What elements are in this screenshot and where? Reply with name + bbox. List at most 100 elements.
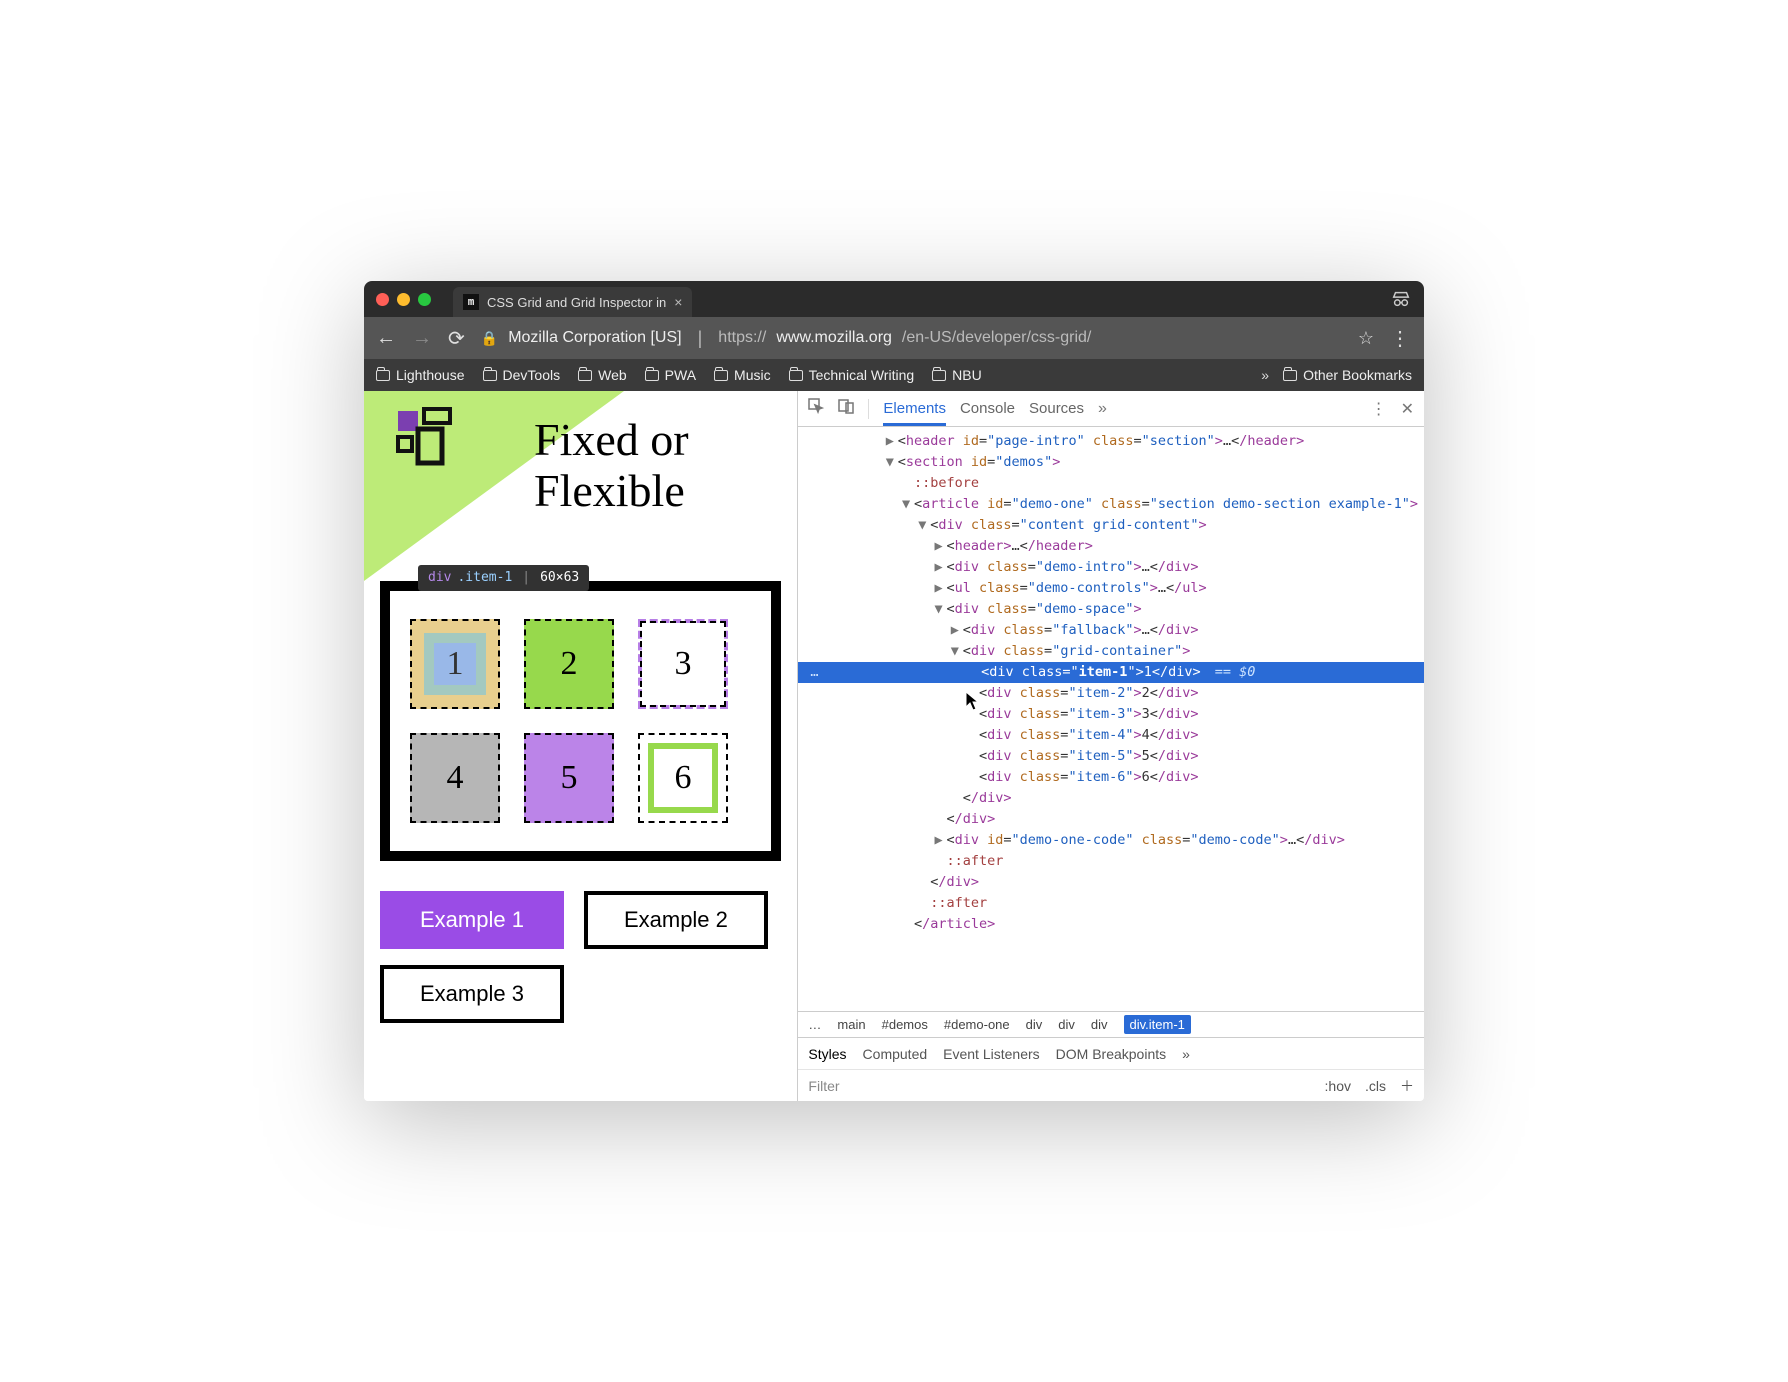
dom-node-row[interactable]: ▶<div class="fallback">…</div> [798, 620, 1424, 641]
dom-node-row[interactable]: ▼<div class="content grid-content"> [798, 515, 1424, 536]
back-button[interactable]: ← [376, 327, 396, 350]
breadcrumb-item[interactable]: #demos [882, 1018, 928, 1031]
other-bookmarks[interactable]: Other Bookmarks [1283, 367, 1412, 383]
tab-computed[interactable]: Computed [863, 1047, 928, 1061]
hov-toggle[interactable]: :hov [1325, 1079, 1351, 1093]
dom-node-row[interactable]: ▶<div class="demo-intro">…</div> [798, 557, 1424, 578]
folder-icon [1283, 370, 1297, 381]
cls-toggle[interactable]: .cls [1365, 1079, 1386, 1093]
dom-node-row[interactable]: <div class="item-4">4</div> [798, 725, 1424, 746]
tab-console[interactable]: Console [960, 400, 1015, 417]
favicon-icon: m [463, 294, 479, 310]
other-bookmarks-label: Other Bookmarks [1303, 367, 1412, 383]
reload-button[interactable]: ⟳ [448, 326, 465, 351]
breadcrumb-item[interactable]: div [1026, 1018, 1043, 1031]
overflow-chevron-icon[interactable]: » [1261, 367, 1269, 383]
example-buttons: Example 1 Example 2 Example 3 [380, 891, 781, 1023]
bookmarks-bar: Lighthouse DevTools Web PWA Music Technical W… [364, 359, 1424, 391]
grid-item-5[interactable]: 5 [524, 733, 614, 823]
dom-node-row[interactable]: </article> [798, 914, 1424, 935]
window-controls [376, 293, 431, 306]
dom-node-row[interactable]: ::after [798, 893, 1424, 914]
grid-item-2[interactable]: 2 [524, 619, 614, 709]
bookmark-item[interactable]: PWA [645, 367, 696, 383]
breadcrumb-item[interactable]: main [837, 1018, 865, 1031]
styles-filter-input[interactable]: Filter [808, 1079, 1310, 1093]
dom-node-row[interactable]: ::after [798, 851, 1424, 872]
breadcrumb-item[interactable]: div [1058, 1018, 1075, 1031]
example-2-button[interactable]: Example 2 [584, 891, 768, 949]
url-path: /en-US/developer/css-grid/ [902, 329, 1091, 347]
example-3-button[interactable]: Example 3 [380, 965, 564, 1023]
bookmark-item[interactable]: Music [714, 367, 771, 383]
grid-item-3[interactable]: 3 [638, 619, 728, 709]
maximize-window-button[interactable] [418, 293, 431, 306]
devtools-panel: Elements Console Sources » ⋮ ✕ ▶<header … [797, 391, 1424, 1101]
dom-node-row[interactable]: <div class="item-3">3</div> [798, 704, 1424, 725]
new-style-rule-icon[interactable]: ＋ [1400, 1079, 1414, 1093]
bookmark-item[interactable]: Web [578, 367, 627, 383]
breadcrumb-item[interactable]: … [808, 1018, 821, 1031]
grid-logo-icon [394, 407, 462, 475]
dom-node-row[interactable]: ▼<section id="demos"> [798, 452, 1424, 473]
folder-icon [789, 370, 803, 381]
grid-demo: div.item-1 | 60×63 1 2 3 4 5 6 [380, 581, 781, 861]
grid-item-4[interactable]: 4 [410, 733, 500, 823]
bookmark-item[interactable]: NBU [932, 367, 982, 383]
browser-tab[interactable]: m CSS Grid and Grid Inspector in × [453, 287, 692, 317]
inspect-element-icon[interactable] [808, 398, 824, 419]
browser-menu-button[interactable]: ⋮ [1390, 326, 1412, 351]
tab-title: CSS Grid and Grid Inspector in [487, 295, 666, 310]
dom-node-row[interactable]: ▼<article id="demo-one" class="section d… [798, 494, 1424, 515]
grid-item-6[interactable]: 6 [638, 733, 728, 823]
dom-node-row[interactable]: ▶<header id="page-intro" class="section"… [798, 431, 1424, 452]
dom-node-row[interactable]: <div class="item-5">5</div> [798, 746, 1424, 767]
url-host: www.mozilla.org [776, 329, 892, 347]
dom-node-row[interactable]: ▼<div class="demo-space"> [798, 599, 1424, 620]
tab-styles[interactable]: Styles [808, 1047, 846, 1061]
minimize-window-button[interactable] [397, 293, 410, 306]
devtools-toolbar: Elements Console Sources » ⋮ ✕ [798, 391, 1424, 427]
breadcrumb-item[interactable]: #demo-one [944, 1018, 1010, 1031]
device-toolbar-icon[interactable] [838, 398, 854, 419]
dom-node-row[interactable]: </div> [798, 788, 1424, 809]
dom-node-row[interactable]: … <div class="item-1">1</div> == $0 [798, 662, 1424, 683]
dom-node-row[interactable]: ::before [798, 473, 1424, 494]
tab-elements[interactable]: Elements [883, 400, 946, 426]
dom-node-row[interactable]: ▼<div class="grid-container"> [798, 641, 1424, 662]
close-window-button[interactable] [376, 293, 389, 306]
address-field[interactable]: 🔒 Mozilla Corporation [US] | https://www… [481, 328, 1342, 349]
tab-sources[interactable]: Sources [1029, 400, 1084, 417]
dom-node-row[interactable]: <div class="item-6">6</div> [798, 767, 1424, 788]
bookmark-star-icon[interactable]: ☆ [1358, 328, 1374, 349]
tab-dom-breakpoints[interactable]: DOM Breakpoints [1056, 1047, 1166, 1061]
forward-button[interactable]: → [412, 327, 432, 350]
more-styles-tabs-icon[interactable]: » [1182, 1047, 1190, 1061]
bookmark-item[interactable]: Lighthouse [376, 367, 465, 383]
grid-item-1[interactable]: 1 [410, 619, 500, 709]
dom-node-row[interactable]: <div class="item-2">2</div> [798, 683, 1424, 704]
example-1-button[interactable]: Example 1 [380, 891, 564, 949]
dom-node-row[interactable]: ▶<header>…</header> [798, 536, 1424, 557]
dom-tree[interactable]: ▶<header id="page-intro" class="section"… [798, 427, 1424, 1011]
breadcrumb-item[interactable]: div.item-1 [1124, 1015, 1191, 1034]
inspector-tooltip: div.item-1 | 60×63 [418, 565, 589, 591]
bookmark-item[interactable]: Technical Writing [789, 367, 915, 383]
dom-node-row[interactable]: </div> [798, 809, 1424, 830]
bookmark-item[interactable]: DevTools [483, 367, 561, 383]
breadcrumb-item[interactable]: div [1091, 1018, 1108, 1031]
dom-breadcrumb[interactable]: … main #demos #demo-one div div div div.item-1 [798, 1011, 1424, 1037]
lock-icon: 🔒 [481, 330, 498, 347]
dom-node-row[interactable]: </div> [798, 872, 1424, 893]
devtools-menu-icon[interactable]: ⋮ [1371, 399, 1387, 419]
folder-icon [578, 370, 592, 381]
dom-node-row[interactable]: ▶<div id="demo-one-code" class="demo-cod… [798, 830, 1424, 851]
styles-filter-row: Filter :hov .cls ＋ [798, 1069, 1424, 1101]
close-tab-icon[interactable]: × [674, 294, 682, 310]
close-devtools-icon[interactable]: ✕ [1401, 399, 1414, 419]
more-tabs-icon[interactable]: » [1098, 400, 1107, 418]
dom-node-row[interactable]: ▶<ul class="demo-controls">…</ul> [798, 578, 1424, 599]
tab-event-listeners[interactable]: Event Listeners [943, 1047, 1040, 1061]
incognito-icon [1390, 288, 1412, 310]
rendered-page: Fixed or Flexible div.item-1 | 60×63 1 2… [364, 391, 797, 1101]
